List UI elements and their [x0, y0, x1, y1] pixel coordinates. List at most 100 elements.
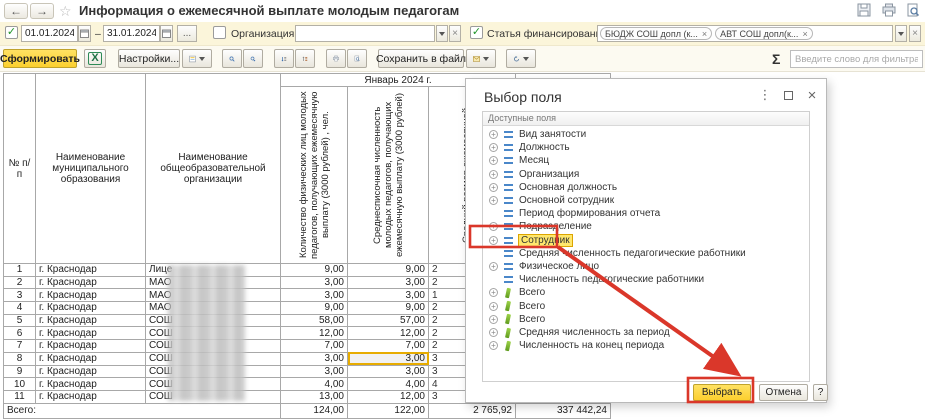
tree-item[interactable]: +Всего [483, 286, 809, 299]
expand-icon[interactable]: + [489, 130, 498, 139]
forward-icon[interactable]: → [30, 3, 54, 19]
dialog-close-icon[interactable]: × [803, 87, 821, 103]
expand-icon[interactable]: + [489, 341, 498, 350]
save-icon[interactable] [855, 2, 873, 18]
financing-checkbox[interactable]: ✓ [470, 26, 483, 39]
tree-item[interactable]: +Подразделение [483, 220, 809, 233]
avg-count-cell[interactable]: 12,00 [348, 327, 429, 340]
print-button[interactable] [326, 49, 346, 68]
financing-clear-icon[interactable]: × [909, 25, 921, 42]
financing-tag[interactable]: БЮДЖ СОШ допл (к...× [600, 27, 712, 40]
municipality-cell[interactable]: г. Краснодар [36, 264, 146, 277]
generate-button[interactable]: Сформировать [3, 49, 77, 68]
count-cell[interactable]: 9,00 [281, 302, 348, 315]
back-icon[interactable]: ← [4, 3, 28, 19]
avg-count-cell[interactable]: 3,00 [348, 352, 429, 365]
period-more-button[interactable]: ... [177, 25, 197, 42]
refresh-button[interactable] [506, 49, 536, 68]
row-number-cell[interactable]: 7 [4, 340, 36, 353]
tag-remove-icon[interactable]: × [702, 29, 707, 39]
totals-sum[interactable]: 337 442,24 [516, 403, 611, 418]
favorite-star-icon[interactable]: ☆ [59, 3, 72, 20]
count-cell[interactable]: 3,00 [281, 289, 348, 302]
avg-count-cell[interactable]: 7,00 [348, 340, 429, 353]
count-cell[interactable]: 3,00 [281, 352, 348, 365]
sort-desc-button[interactable] [295, 49, 315, 68]
municipality-cell[interactable]: г. Краснодар [36, 390, 146, 403]
avg-count-cell[interactable]: 3,00 [348, 289, 429, 302]
avg-count-cell[interactable]: 12,00 [348, 390, 429, 403]
filter-word-input[interactable] [790, 50, 923, 68]
expand-icon[interactable]: + [489, 328, 498, 337]
totals-avg-size[interactable]: 2 765,92 [429, 403, 516, 418]
avg-count-cell[interactable]: 57,00 [348, 314, 429, 327]
count-cell[interactable]: 9,00 [281, 264, 348, 277]
municipality-cell[interactable]: г. Краснодар [36, 302, 146, 315]
count-cell[interactable]: 3,00 [281, 276, 348, 289]
tree-item[interactable]: +Сотрудник [483, 234, 809, 247]
tree-item[interactable]: +Основной сотрудник [483, 194, 809, 207]
cancel-button[interactable]: Отмена [759, 384, 808, 401]
row-number-cell[interactable]: 10 [4, 378, 36, 391]
municipality-cell[interactable]: г. Краснодар [36, 276, 146, 289]
tree-item[interactable]: Численность педагогические работники [483, 273, 809, 286]
row-number-cell[interactable]: 11 [4, 390, 36, 403]
tree-item[interactable]: Период формирования отчета [483, 207, 809, 220]
row-number-cell[interactable]: 3 [4, 289, 36, 302]
tree-item[interactable]: +Вид занятости [483, 128, 809, 141]
tree-item[interactable]: +Всего [483, 300, 809, 313]
count-cell[interactable]: 7,00 [281, 340, 348, 353]
count-cell[interactable]: 4,00 [281, 378, 348, 391]
count-cell[interactable]: 3,00 [281, 365, 348, 378]
municipality-cell[interactable]: г. Краснодар [36, 314, 146, 327]
settings-button[interactable]: Настройки... [118, 49, 180, 68]
sum-sigma-icon[interactable]: Σ [772, 51, 780, 67]
municipality-cell[interactable]: г. Краснодар [36, 352, 146, 365]
date-from-input[interactable] [21, 25, 78, 42]
help-button[interactable]: ? [813, 384, 828, 401]
date-from-calendar-icon[interactable] [78, 25, 91, 42]
organization-dropdown-icon[interactable] [436, 25, 448, 42]
totals-avg[interactable]: 122,00 [348, 403, 429, 418]
date-to-calendar-icon[interactable] [160, 25, 173, 42]
municipality-cell[interactable]: г. Краснодар [36, 327, 146, 340]
search-next-button[interactable] [243, 49, 263, 68]
print-icon[interactable] [880, 2, 898, 18]
expand-icon[interactable]: + [489, 288, 498, 297]
municipality-cell[interactable]: г. Краснодар [36, 378, 146, 391]
date-to-input[interactable] [103, 25, 160, 42]
expand-icon[interactable]: + [489, 222, 498, 231]
expand-icon[interactable]: + [489, 143, 498, 152]
avg-count-cell[interactable]: 3,00 [348, 365, 429, 378]
row-number-cell[interactable]: 2 [4, 276, 36, 289]
report-variants-button[interactable] [182, 49, 212, 68]
organization-input[interactable] [295, 25, 435, 42]
dialog-maximize-icon[interactable] [779, 87, 797, 103]
row-number-cell[interactable]: 4 [4, 302, 36, 315]
expand-icon[interactable]: + [489, 302, 498, 311]
tree-item[interactable]: +Организация [483, 168, 809, 181]
expand-icon[interactable]: + [489, 170, 498, 179]
dialog-menu-icon[interactable]: ⋮ [756, 87, 774, 103]
financing-tags[interactable]: БЮДЖ СОШ допл (к...×АВТ СОШ допл(к...× [597, 25, 893, 42]
financing-tag[interactable]: АВТ СОШ допл(к...× [715, 27, 813, 40]
avg-count-cell[interactable]: 4,00 [348, 378, 429, 391]
sort-asc-button[interactable] [274, 49, 294, 68]
expand-icon[interactable]: + [489, 156, 498, 165]
period-checkbox[interactable]: ✓ [5, 26, 18, 39]
tree-item[interactable]: +Должность [483, 141, 809, 154]
row-number-cell[interactable]: 5 [4, 314, 36, 327]
municipality-cell[interactable]: г. Краснодар [36, 340, 146, 353]
organization-clear-icon[interactable]: × [449, 25, 461, 42]
row-number-cell[interactable]: 8 [4, 352, 36, 365]
tree-item[interactable]: +Месяц [483, 154, 809, 167]
totals-count[interactable]: 124,00 [281, 403, 348, 418]
count-cell[interactable]: 58,00 [281, 314, 348, 327]
municipality-cell[interactable]: г. Краснодар [36, 289, 146, 302]
avg-count-cell[interactable]: 9,00 [348, 302, 429, 315]
expand-icon[interactable]: + [489, 196, 498, 205]
organization-checkbox[interactable] [213, 26, 226, 39]
count-cell[interactable]: 13,00 [281, 390, 348, 403]
excel-button[interactable]: X [84, 49, 106, 68]
tree-item[interactable]: Средняя численность педагогические работ… [483, 247, 809, 260]
